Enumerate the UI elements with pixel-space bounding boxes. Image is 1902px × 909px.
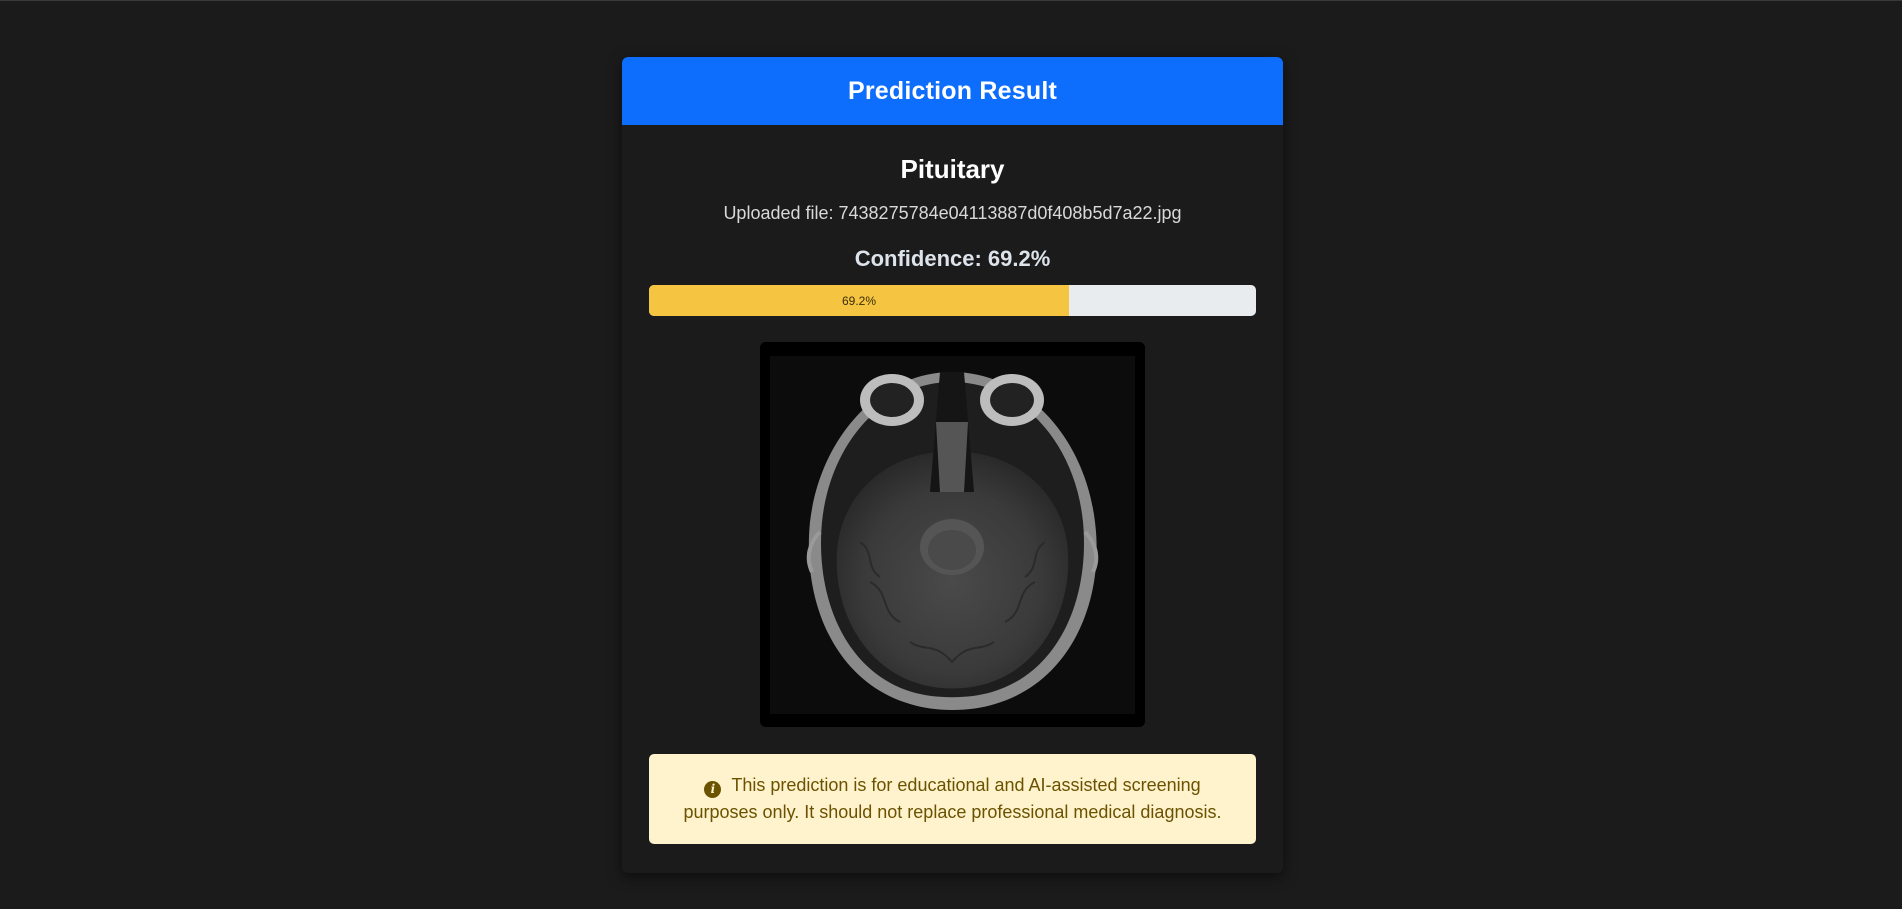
card-body: Pituitary Uploaded file: 7438275784e0411… bbox=[622, 153, 1283, 844]
confidence-progress-bar: 69.2% bbox=[649, 285, 1070, 316]
page: Prediction Result Pituitary Uploaded fil… bbox=[0, 0, 1902, 909]
mri-scan-graphic bbox=[760, 342, 1145, 727]
card-header: Prediction Result bbox=[622, 57, 1283, 125]
disclaimer-alert: i This prediction is for educational and … bbox=[649, 754, 1256, 844]
disclaimer-text: This prediction is for educational and A… bbox=[683, 775, 1222, 822]
confidence-progress: 69.2% bbox=[649, 285, 1256, 316]
page-title: Prediction Result bbox=[848, 76, 1057, 105]
predicted-class: Pituitary bbox=[900, 154, 1005, 184]
mri-scan-image bbox=[760, 342, 1145, 727]
uploaded-file-name: Uploaded file: 7438275784e04113887d0f408… bbox=[723, 203, 1182, 223]
info-icon: i bbox=[704, 781, 722, 798]
confidence-label: Confidence: 69.2% bbox=[854, 246, 1051, 271]
result-card: Prediction Result Pituitary Uploaded fil… bbox=[622, 57, 1283, 873]
